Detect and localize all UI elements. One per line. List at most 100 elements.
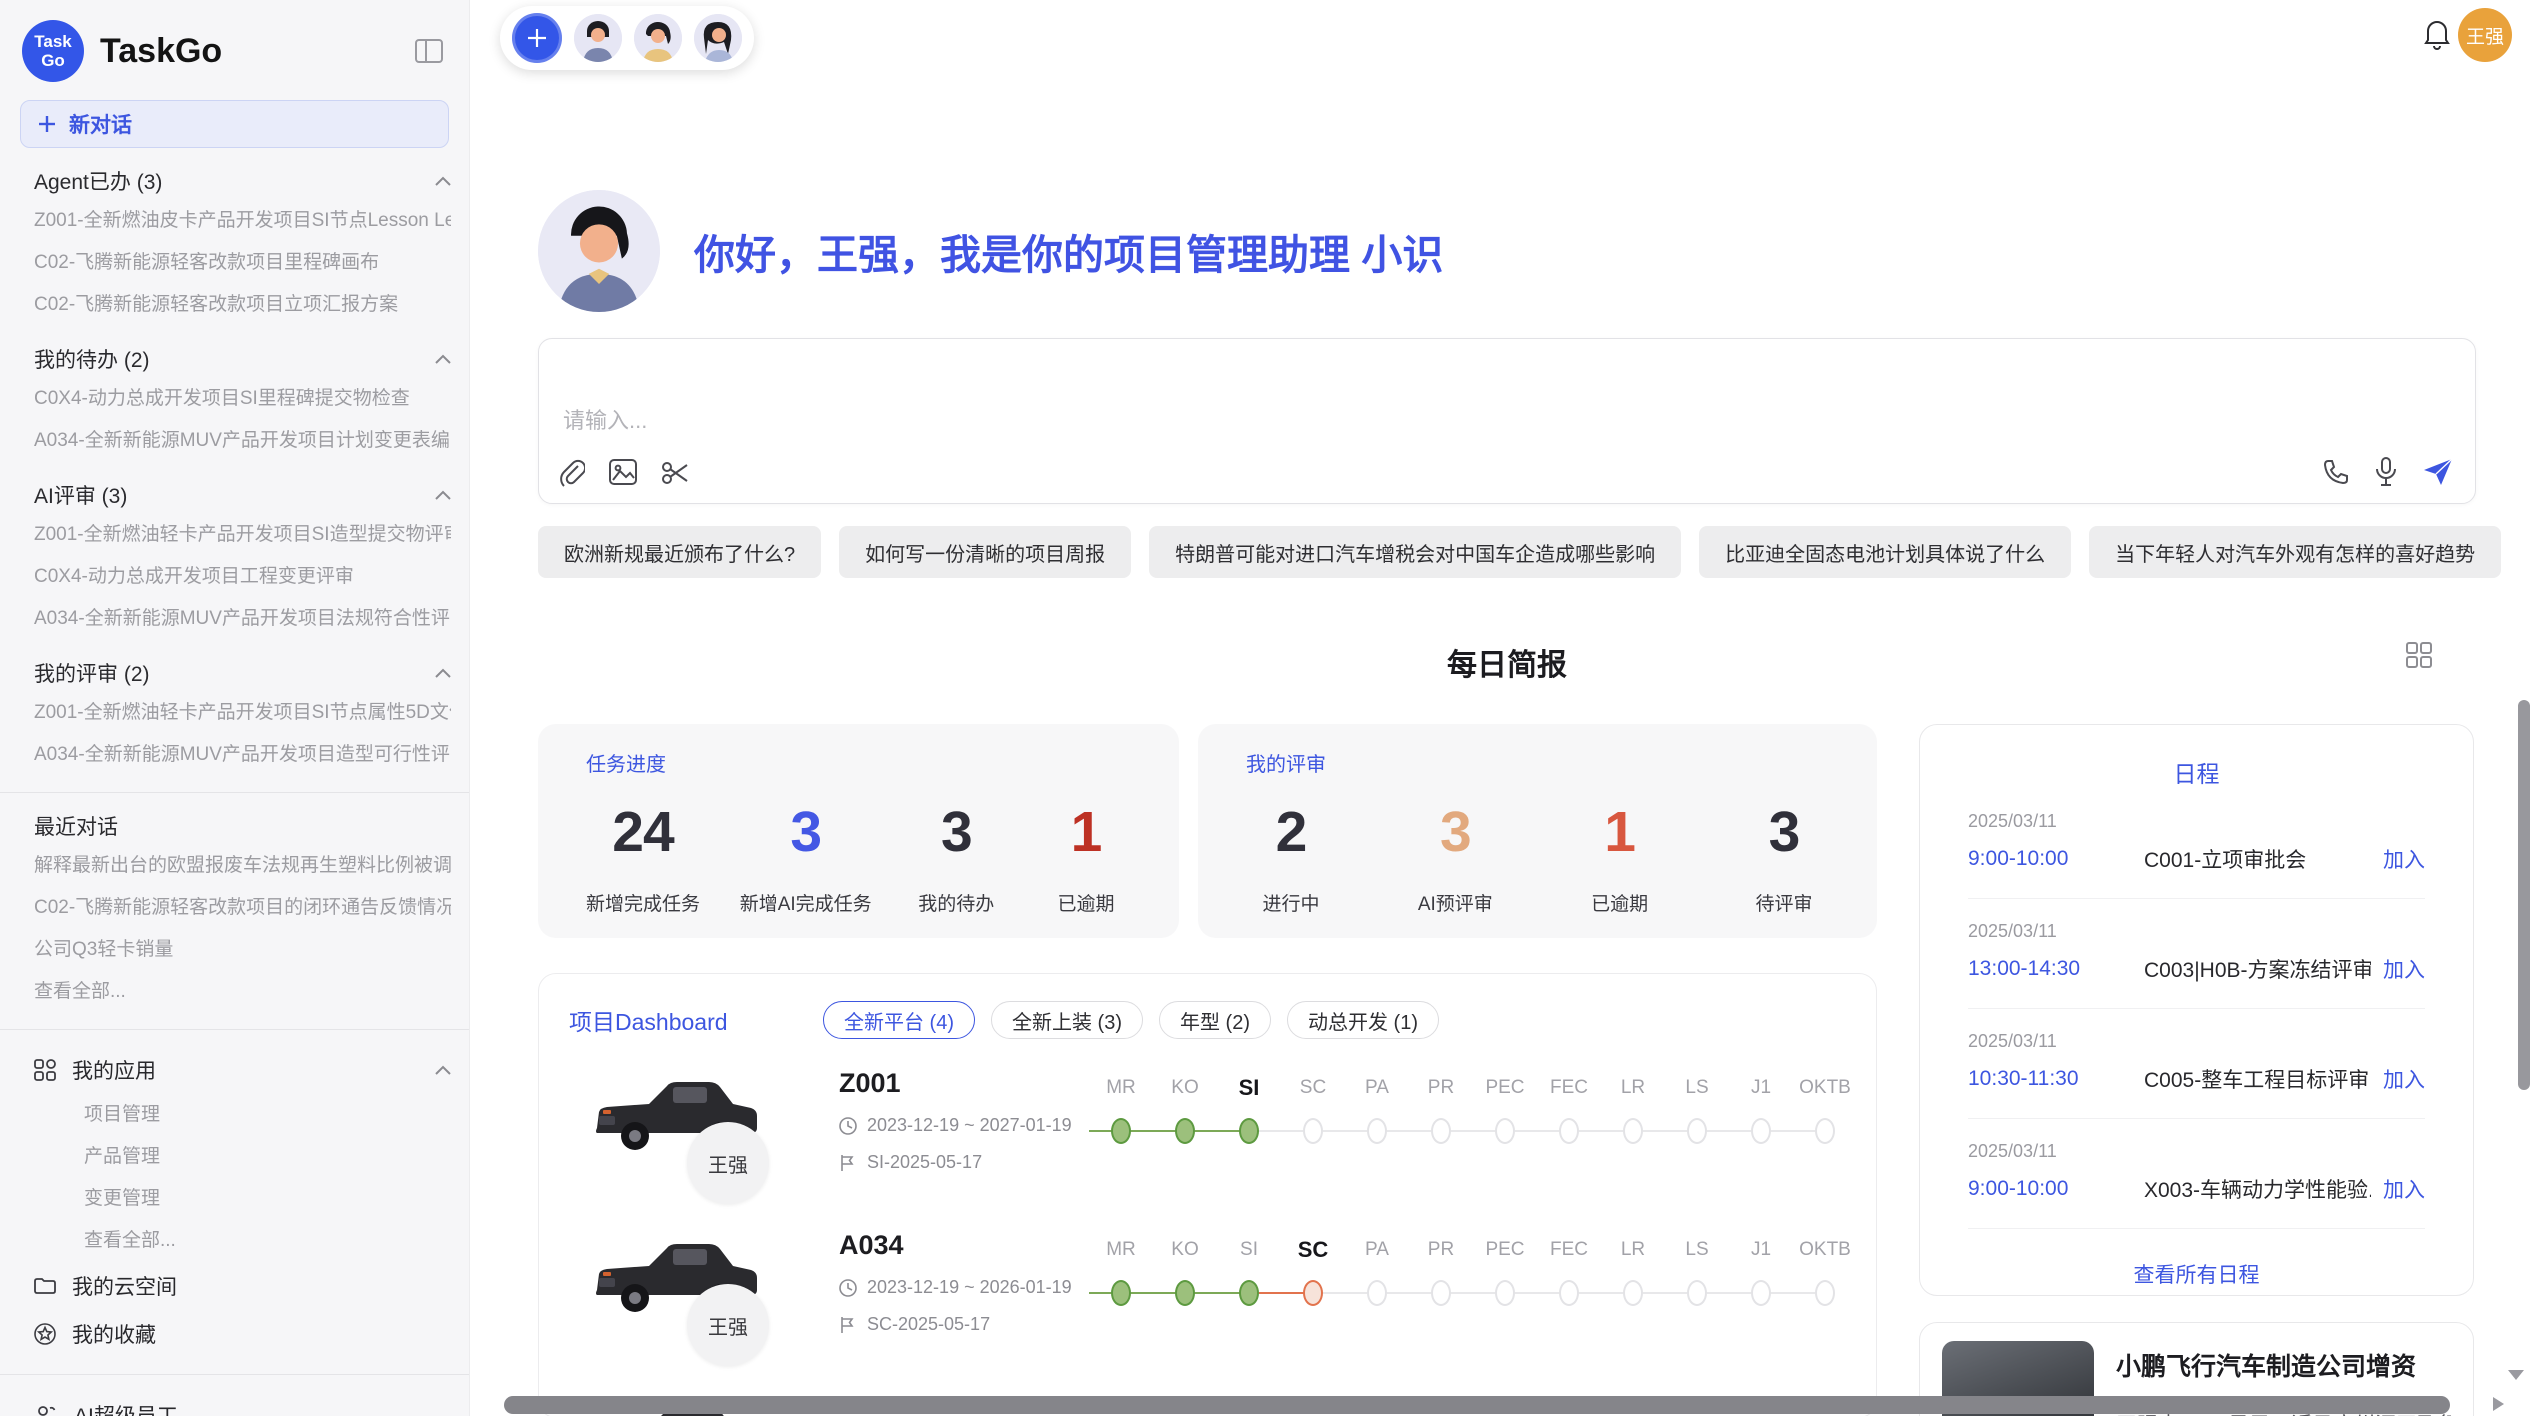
divider [1968,1228,2425,1229]
divider [0,1374,469,1375]
event-time: 10:30-11:30 [1968,1067,2144,1091]
stat-in-progress: 2 进行中 [1246,799,1336,916]
section-title: Agent已办 (3) [34,166,162,196]
main-area: 王强 你好，王强，我是你的项目管理助理 小识 请输入... 欧洲新规最近颁布了什… [470,0,2532,1416]
filter-pill-all-platform[interactable]: 全新平台 (4) [823,1001,975,1039]
sidebar-item[interactable]: C02-飞腾新能源轻客改款项目里程碑画布 [34,242,451,284]
suggestion-chip[interactable]: 欧洲新规最近颁布了什么? [538,526,821,578]
project-owner-badge: 王强 [687,1284,769,1366]
event-name: C003|H0B-方案冻结评审 [2144,954,2371,984]
milestone-dot-ko [1153,1270,1217,1316]
phone-icon[interactable] [2323,459,2349,485]
recent-header: 最近对话 [34,811,451,841]
chat-input-box[interactable]: 请输入... [538,338,2476,504]
project-media: 王强 [569,1228,839,1380]
filter-pill-new-body[interactable]: 全新上装 (3) [991,1001,1143,1039]
stat-label: 进行中 [1246,889,1336,916]
scissors-icon[interactable] [661,459,689,487]
sidebar-item[interactable]: A034-全新新能源MUV产品开发项目法规符合性评审 [34,598,451,640]
section-header[interactable]: AI评审 (3) [34,480,451,510]
horizontal-scrollbar-thumb[interactable] [504,1396,2450,1414]
recent-view-all[interactable]: 查看全部... [34,971,451,1013]
sidebar-item[interactable]: A034-全新新能源MUV产品开发项目计划变更表编写 [34,420,451,462]
task-progress-card: 任务进度 24 新增完成任务 3 新增AI完成任务 3 [538,724,1179,938]
sidebar-item[interactable]: Z001-全新燃油轻卡产品开发项目SI节点属性5D文件评审 [34,692,451,734]
stat-label: 已逾期 [1041,889,1131,916]
date-range: 2023-12-19 ~ 2027-01-19 [867,1115,1072,1136]
section-header[interactable]: 我的待办 (2) [34,344,451,374]
section-title: AI评审 (3) [34,480,127,510]
apps-view-all[interactable]: 查看全部... [0,1220,469,1262]
join-link[interactable]: 加入 [2383,954,2425,984]
stat-overdue: 1 已逾期 [1041,799,1131,916]
join-link[interactable]: 加入 [2383,1064,2425,1094]
flag-icon [839,1316,857,1334]
join-link[interactable]: 加入 [2383,844,2425,874]
sidebar-item-product-mgmt[interactable]: 产品管理 [0,1136,469,1178]
filter-pill-powertrain[interactable]: 动总开发 (1) [1287,1001,1439,1039]
stat-label: 待评审 [1739,889,1829,916]
sidebar-section-agent-done: Agent已办 (3) Z001-全新燃油皮卡产品开发项目SI节点Lesson … [0,166,469,326]
divider [0,792,469,793]
section-title: 我的待办 (2) [34,344,150,374]
my-review-card: 我的评审 2 进行中 3 AI预评审 1 [1198,724,1877,938]
ai-super-staff-label: AI超级员工 [74,1400,178,1416]
stat-label: AI预评审 [1410,889,1500,916]
grid-icon [34,1059,56,1081]
sidebar-item[interactable]: C0X4-动力总成开发项目SI里程碑提交物检查 [34,378,451,420]
project-row-z001[interactable]: 王强 Z001 2023-12-19 ~ 2027-01-19 SI [569,1066,1846,1218]
sidebar-item[interactable]: C0X4-动力总成开发项目工程变更评审 [34,556,451,598]
suggestion-chip[interactable]: 比亚迪全固态电池计划具体说了什么 [1699,526,2071,578]
sidebar-item[interactable]: Z001-全新燃油皮卡产品开发项目SI节点Lesson Learn报告 [34,200,451,242]
view-all-schedule-link[interactable]: 查看所有日程 [1968,1259,2425,1289]
recent-chat-item[interactable]: 公司Q3轻卡销量 [34,929,451,971]
join-link[interactable]: 加入 [2383,1174,2425,1204]
suggestion-chip[interactable]: 当下年轻人对汽车外观有怎样的喜好趋势 [2089,526,2501,578]
vertical-scrollbar-thumb[interactable] [2518,700,2530,1090]
sidebar-item-my-apps[interactable]: 我的应用 [0,1046,469,1094]
sidebar-item[interactable]: A034-全新新能源MUV产品开发项目造型可行性评审 [34,734,451,776]
sidebar-item-ai-super-staff[interactable]: AI超级员工 [0,1391,469,1416]
milestone-dot-pec [1473,1108,1537,1154]
section-header[interactable]: 我的评审 (2) [34,658,451,688]
layout-grid-icon[interactable] [2406,642,2432,668]
send-icon[interactable] [2423,458,2453,486]
milestone-dot-fec [1537,1108,1601,1154]
project-row-a034[interactable]: 王强 A034 2023-12-19 ~ 2026-01-19 SC [569,1228,1846,1380]
attachment-icon[interactable] [559,459,585,487]
flag-milestone: SI-2025-05-17 [867,1152,982,1173]
scroll-down-arrow[interactable] [2508,1370,2524,1380]
milestone-dot-oktb [1793,1270,1857,1316]
microphone-icon[interactable] [2375,457,2397,487]
section-header[interactable]: Agent已办 (3) [34,166,451,196]
sidebar-item-project-mgmt[interactable]: 项目管理 [0,1094,469,1136]
sidebar-item-favorites[interactable]: 我的收藏 [0,1310,469,1358]
sidebar-item-change-mgmt[interactable]: 变更管理 [0,1178,469,1220]
milestone-track: MRKOSISCPAPRPECFECLRLSJ1OKTB [1089,1066,1857,1218]
milestone-dot-mr [1089,1270,1153,1316]
new-chat-button[interactable]: 新对话 [20,100,449,148]
filter-pill-year-model[interactable]: 年型 (2) [1159,1001,1271,1039]
image-icon[interactable] [609,459,637,487]
milestone-dot-j1 [1729,1108,1793,1154]
schedule-event: 2025/03/11 9:00-10:00 X003-车辆动力学性能验... 加… [1968,1119,2425,1229]
recent-chat-item[interactable]: C02-飞腾新能源轻客改款项目的闭环通告反馈情况 [34,887,451,929]
scroll-right-arrow[interactable] [2493,1397,2504,1411]
milestone-dot-si [1217,1270,1281,1316]
project-dates: 2023-12-19 ~ 2027-01-19 [839,1115,1089,1136]
project-info: A034 2023-12-19 ~ 2026-01-19 SC-2025-05-… [839,1228,1089,1380]
milestone-dot-pa [1345,1108,1409,1154]
project-media: 王强 [569,1066,839,1218]
milestone-label-ls: LS [1665,1072,1729,1104]
sidebar-item[interactable]: C02-飞腾新能源轻客改款项目立项汇报方案 [34,284,451,326]
milestone-dot-si [1217,1108,1281,1154]
collapse-sidebar-icon[interactable] [415,39,443,63]
sidebar-item-cloud-space[interactable]: 我的云空间 [0,1262,469,1310]
dashboard-filters: 全新平台 (4) 全新上装 (3) 年型 (2) 动总开发 (1) [823,1001,1439,1039]
suggestion-chip[interactable]: 如何写一份清晰的项目周报 [839,526,1131,578]
dashboard-header: 项目Dashboard 全新平台 (4) 全新上装 (3) 年型 (2) 动总开… [569,1000,1846,1040]
recent-chat-item[interactable]: 解释最新出台的欧盟报废车法规再生塑料比例被调至15%... [34,845,451,887]
event-name: C005-整车工程目标评审 [2144,1064,2371,1094]
suggestion-chip[interactable]: 特朗普可能对进口汽车增税会对中国车企造成哪些影响 [1149,526,1681,578]
sidebar-item[interactable]: Z001-全新燃油轻卡产品开发项目SI造型提交物评审 [34,514,451,556]
